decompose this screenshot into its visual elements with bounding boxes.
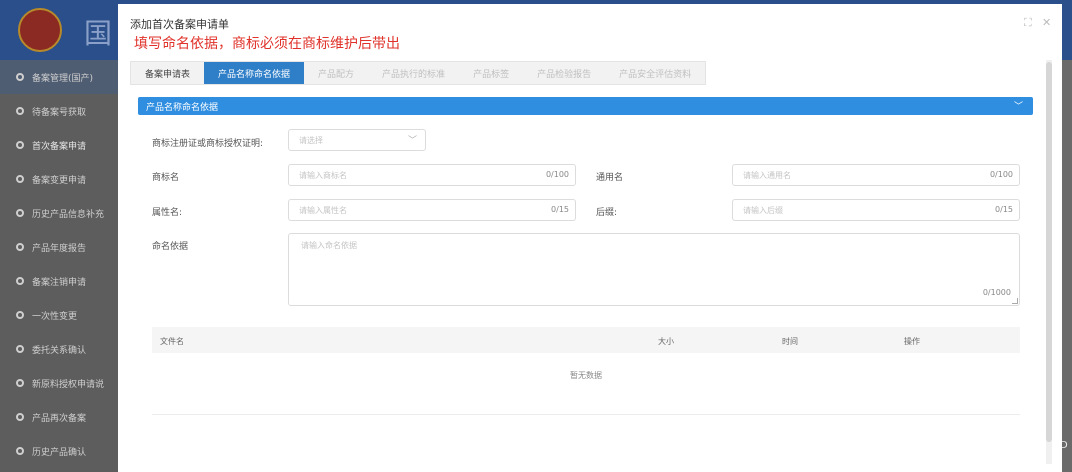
char-counter: 0/15 (995, 205, 1013, 214)
sidebar-item[interactable]: 新原料授权申请说 (0, 366, 118, 400)
sidebar-item[interactable]: 待备案号获取 (0, 94, 118, 128)
suffix-input[interactable]: 请输入后缀 0/15 (732, 199, 1020, 221)
column-header-size: 大小 (658, 337, 674, 346)
section-header-naming-basis[interactable]: 产品名称命名依据 ﹀ (138, 97, 1033, 115)
sidebar-item[interactable]: 一次性变更 (0, 298, 118, 332)
common-name-input[interactable]: 请输入通用名 0/100 (732, 164, 1020, 186)
gear-icon (16, 209, 24, 217)
char-counter: 0/1000 (982, 288, 1011, 297)
trademark-name-label: 商标名 (152, 173, 180, 183)
chevron-down-icon: ﹀ (407, 136, 417, 146)
gear-icon (16, 175, 24, 183)
maximize-icon[interactable]: ⛶ (1024, 16, 1032, 30)
attribute-name-label: 属性名: (152, 208, 183, 218)
sidebar-group-label: 备案管理(国产) (32, 73, 94, 84)
char-counter: 0/100 (545, 170, 569, 179)
char-counter: 0/100 (989, 170, 1013, 179)
naming-basis-textarea[interactable]: 请输入命名依据 0/1000 (288, 233, 1020, 306)
national-emblem-icon (18, 8, 62, 52)
sidebar: 备案管理(国产) 待备案号获取 首次备案申请 备案变更申请 历史产品信息补充 产… (0, 60, 118, 472)
tab-label[interactable]: 产品标签 (459, 62, 523, 84)
gear-icon (16, 107, 24, 115)
gear-icon (16, 243, 24, 251)
tab-bar: 备案申请表 产品名称命名依据 产品配方 产品执行的标准 产品标签 产品检验报告 … (130, 61, 707, 85)
sidebar-item[interactable]: 委托关系确认 (0, 332, 118, 366)
file-table-header: 文件名 大小 时间 操作 (152, 327, 1020, 353)
trademark-cert-label: 商标注册证或商标授权证明: (152, 139, 264, 149)
tab-formula[interactable]: 产品配方 (304, 62, 368, 84)
sidebar-item-first-filing[interactable]: 首次备案申请 (0, 128, 118, 162)
app-title: 国 (84, 17, 113, 50)
trademark-cert-select[interactable]: 请选择 ﹀ (288, 129, 426, 151)
input-placeholder: 请输入通用名 (743, 171, 791, 180)
gear-icon (16, 413, 24, 421)
sidebar-group-filing[interactable]: 备案管理(国产) (0, 60, 118, 94)
tab-naming-basis[interactable]: 产品名称命名依据 (204, 62, 305, 84)
dialog-title: 添加首次备案申请单 (130, 18, 229, 31)
section-title: 产品名称命名依据 (146, 103, 219, 113)
dialog-scrollbar-thumb[interactable] (1046, 62, 1052, 442)
empty-table-text: 暂无数据 (570, 371, 602, 380)
sidebar-item[interactable]: 备案注销申请 (0, 264, 118, 298)
gear-icon (16, 379, 24, 387)
file-table-body: 暂无数据 (152, 353, 1020, 415)
gear-icon (16, 447, 24, 455)
sidebar-item[interactable]: 历史产品确认 (0, 434, 118, 468)
tab-standard[interactable]: 产品执行的标准 (368, 62, 459, 84)
sidebar-item[interactable]: 历史产品信息补充 (0, 196, 118, 230)
gear-icon (16, 73, 24, 81)
tab-safety-assessment[interactable]: 产品安全评估资料 (605, 62, 705, 84)
instruction-annotation: 填写命名依据，商标必须在商标维护后带出 (134, 36, 400, 52)
naming-basis-label: 命名依据 (152, 242, 189, 252)
char-counter: 0/15 (551, 205, 569, 214)
sidebar-item[interactable]: 产品再次备案 (0, 400, 118, 434)
column-header-actions: 操作 (904, 337, 920, 346)
column-header-time: 时间 (782, 337, 798, 346)
chevron-down-icon[interactable]: ﹀ (1014, 99, 1023, 112)
sidebar-item[interactable]: 产品年度报告 (0, 230, 118, 264)
input-placeholder: 请输入属性名 (299, 206, 347, 215)
gear-icon (16, 277, 24, 285)
add-filing-dialog: 添加首次备案申请单 填写命名依据，商标必须在商标维护后带出 ⛶ ✕ 备案申请表 … (118, 4, 1062, 472)
textarea-placeholder: 请输入命名依据 (301, 241, 357, 250)
tab-test-report[interactable]: 产品检验报告 (523, 62, 605, 84)
attribute-name-input[interactable]: 请输入属性名 0/15 (288, 199, 576, 221)
trademark-name-input[interactable]: 请输入商标名 0/100 (288, 164, 576, 186)
suffix-label: 后缀: (596, 208, 618, 218)
input-placeholder: 请输入商标名 (299, 171, 347, 180)
resize-grip-icon[interactable] (1012, 298, 1018, 304)
select-placeholder: 请选择 (299, 136, 323, 145)
close-icon[interactable]: ✕ (1042, 16, 1051, 29)
column-header-filename: 文件名 (160, 337, 184, 346)
tab-filing-form[interactable]: 备案申请表 (131, 62, 204, 84)
gear-icon (16, 345, 24, 353)
sidebar-item[interactable]: 备案变更申请 (0, 162, 118, 196)
common-name-label: 通用名 (596, 173, 624, 183)
input-placeholder: 请输入后缀 (743, 206, 783, 215)
gear-icon (16, 311, 24, 319)
gear-icon (16, 141, 24, 149)
